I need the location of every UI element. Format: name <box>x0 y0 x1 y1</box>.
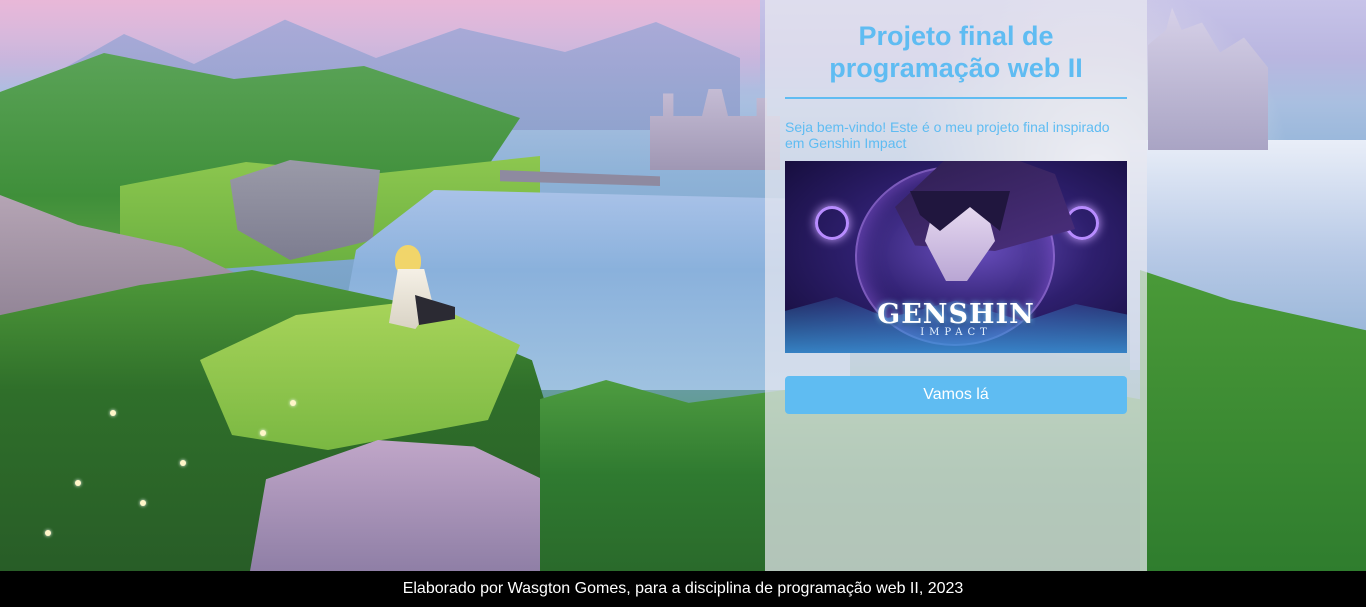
welcome-text: Seja bem-vindo! Este é o meu projeto fin… <box>785 119 1110 151</box>
vamos-la-button[interactable]: Vamos lá <box>785 376 1127 414</box>
footer: Elaborado por Wasgton Gomes, para a disc… <box>0 571 1366 607</box>
flower <box>180 460 186 466</box>
background-landscape <box>0 0 1366 571</box>
genshin-banner-image: GENSHIN IMPACT <box>785 161 1127 353</box>
castle <box>650 89 780 170</box>
page-title: Projeto final de programação web II <box>829 21 1083 83</box>
flower <box>75 480 81 486</box>
content-panel: Projeto final de programação web II Seja… <box>765 0 1147 571</box>
genshin-logo-text: GENSHIN <box>877 299 1035 330</box>
footer-text: Elaborado por Wasgton Gomes, para a disc… <box>402 580 964 597</box>
character-legs <box>415 295 455 325</box>
flower <box>110 410 116 416</box>
electro-symbol-icon <box>815 206 849 240</box>
flower <box>140 500 146 506</box>
flower <box>290 400 296 406</box>
title-divider <box>785 97 1127 99</box>
seated-traveler-character <box>385 245 455 345</box>
flower <box>260 430 266 436</box>
flower <box>45 530 51 536</box>
genshin-logo-subtext: IMPACT <box>920 327 992 338</box>
